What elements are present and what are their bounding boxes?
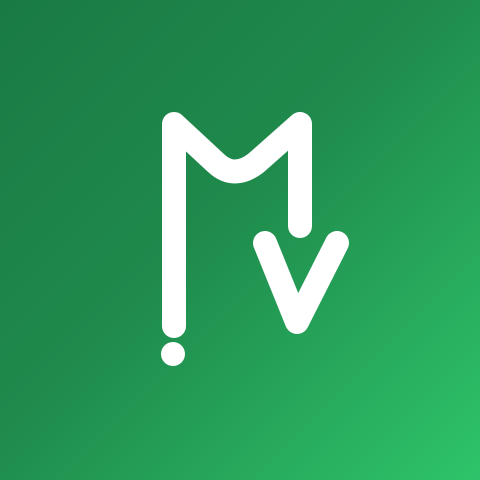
- logo-mark-icon: [161, 112, 349, 366]
- v-letter-stroke: [253, 231, 349, 334]
- dot-mark: [161, 342, 185, 366]
- app-icon-tile: [0, 0, 480, 480]
